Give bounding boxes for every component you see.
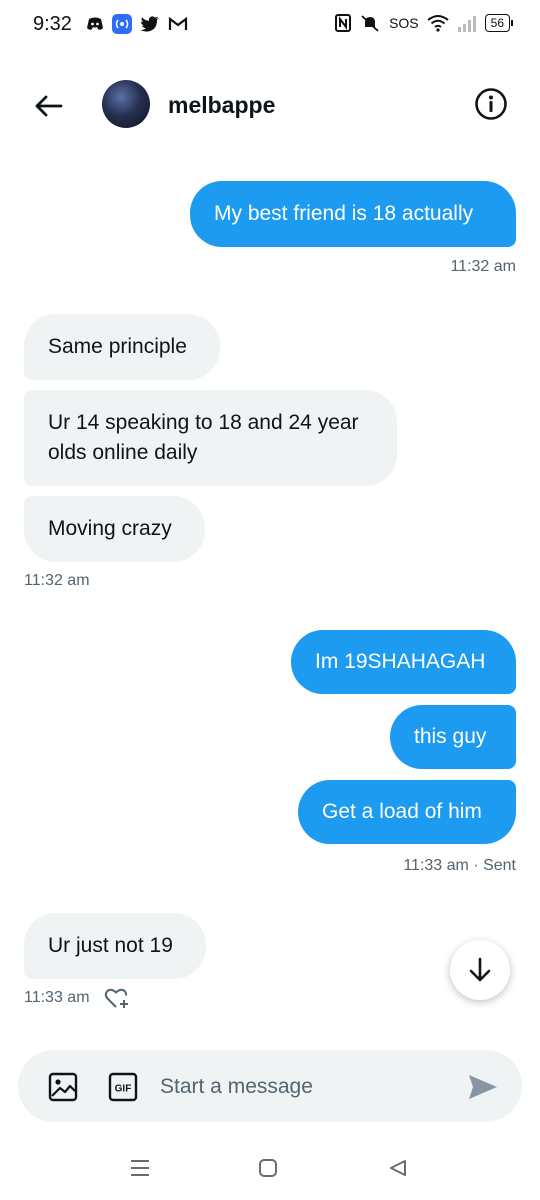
mute-icon [361, 15, 379, 32]
recents-button[interactable] [125, 1153, 155, 1183]
message-timestamp: 11:33 am [24, 989, 90, 1006]
message-bubble-incoming[interactable]: Same principle [24, 314, 220, 380]
home-button[interactable] [253, 1153, 283, 1183]
message-composer: GIF [18, 1050, 522, 1122]
wifi-icon [427, 15, 449, 32]
message-bubble-incoming[interactable]: Ur 14 speaking to 18 and 24 year olds on… [24, 390, 397, 486]
message-bubble-outgoing[interactable]: this guy [390, 705, 516, 769]
conversation-username[interactable]: melbappe [168, 92, 275, 119]
twitter-icon [140, 16, 159, 32]
message-timestamp: 11:32 am [450, 258, 516, 275]
message-timestamp: 11:33 am · Sent [403, 857, 516, 874]
hotspot-icon [112, 14, 132, 34]
message-bubble-outgoing[interactable]: Get a load of him [298, 780, 516, 844]
message-bubble-outgoing[interactable]: Im 19SHAHAGAH [291, 630, 516, 694]
gmail-icon [168, 16, 188, 30]
arrow-down-icon [469, 957, 491, 982]
signal-icon [457, 16, 476, 32]
gif-icon[interactable]: GIF [108, 1072, 138, 1102]
sos-label: SOS [389, 15, 419, 31]
back-button[interactable] [30, 88, 66, 124]
image-icon[interactable] [48, 1072, 78, 1102]
discord-icon [87, 17, 103, 30]
avatar[interactable] [102, 80, 150, 128]
message-bubble-incoming[interactable]: Moving crazy [24, 496, 205, 562]
battery-indicator: 56 [484, 14, 514, 32]
system-back-button[interactable] [383, 1153, 413, 1183]
home-square-icon [259, 1159, 277, 1177]
back-arrow-icon [35, 95, 63, 117]
message-timestamp: 11:32 am [24, 572, 90, 589]
info-button[interactable] [472, 85, 510, 123]
menu-icon [131, 1160, 149, 1176]
nfc-icon [335, 14, 352, 32]
status-time: 9:32 [33, 13, 72, 35]
back-triangle-icon [390, 1160, 406, 1176]
status-bar: 9:32 SOS 56 [0, 0, 540, 52]
message-bubble-outgoing[interactable]: My best friend is 18 actually [190, 181, 516, 247]
system-navigation-bar [0, 1145, 540, 1190]
send-icon[interactable] [466, 1070, 500, 1104]
heart-plus-icon[interactable] [104, 986, 132, 1010]
conversation-header: melbappe [0, 70, 540, 140]
message-input[interactable] [158, 1068, 452, 1106]
message-bubble-incoming[interactable]: Ur just not 19 [24, 913, 206, 979]
info-icon [475, 88, 507, 120]
svg-text:GIF: GIF [115, 1084, 132, 1095]
scroll-to-bottom-button[interactable] [450, 940, 510, 1000]
